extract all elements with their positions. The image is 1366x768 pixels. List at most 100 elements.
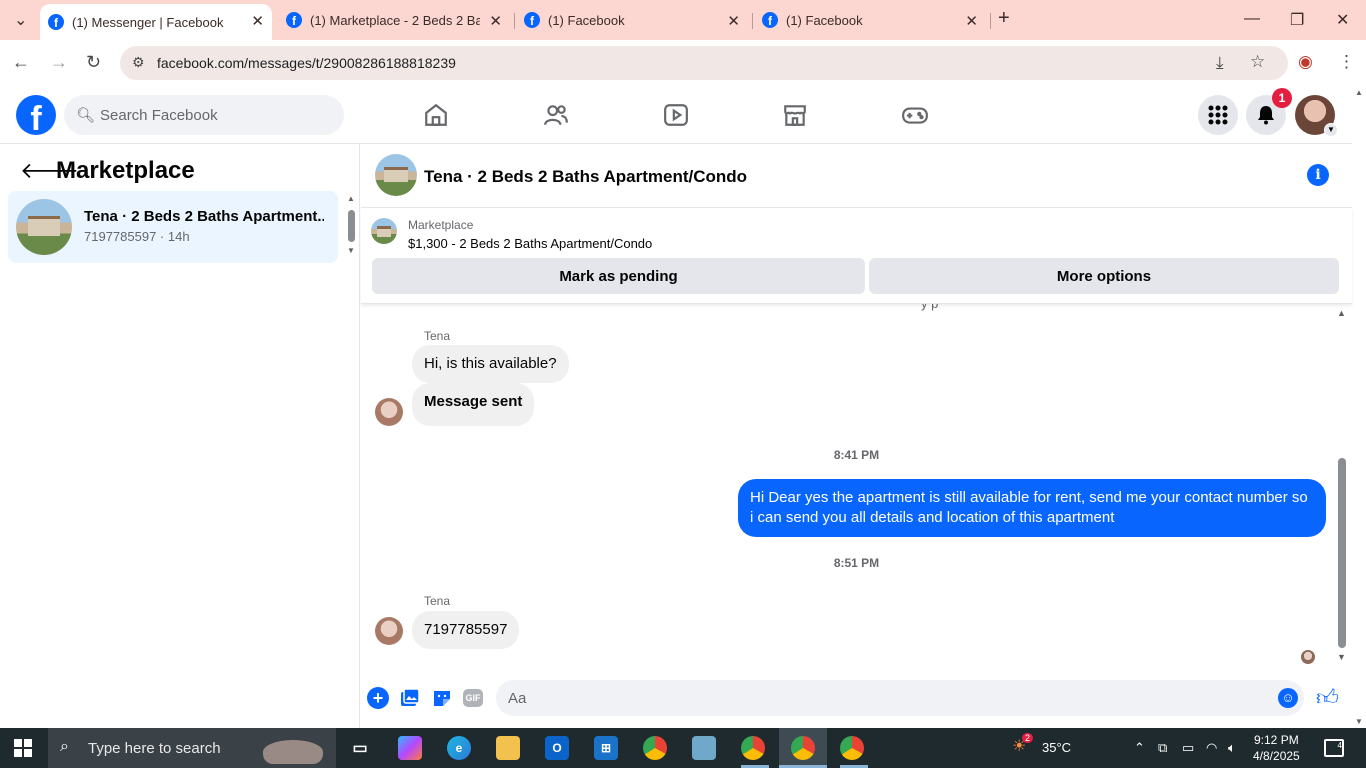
friends-icon[interactable] [541, 100, 571, 130]
message-bubble[interactable]: 7197785597 [412, 611, 520, 649]
weather-badge: 2 [1022, 733, 1034, 743]
message-bubble[interactable]: Hi, is this available? [412, 345, 569, 383]
conversation-list-scrollbar[interactable]: ▲ ▼ [346, 194, 356, 258]
close-tab-icon[interactable]: ✕ [489, 12, 502, 30]
gaming-icon[interactable] [900, 100, 930, 130]
more-actions-plus-icon[interactable]: + [367, 687, 389, 709]
close-tab-icon[interactable]: ✕ [727, 12, 740, 30]
reload-icon[interactable]: ↻ [86, 52, 101, 73]
notification-center-icon[interactable]: 4 [1324, 739, 1344, 757]
marketplace-listing-banner: Marketplace $1,300 - 2 Beds 2 Baths Apar… [361, 208, 1352, 304]
outlook-icon[interactable]: O [545, 736, 569, 760]
emoji-icon[interactable]: ☺ [1278, 688, 1298, 708]
chat-scrollbar[interactable]: ▲ ▼ [1335, 308, 1349, 664]
tab-separator [514, 13, 515, 29]
chat-title[interactable]: Tena · 2 Beds 2 Baths Apartment/Condo [424, 167, 747, 187]
windows-start-icon[interactable] [14, 739, 32, 757]
scroll-thumb[interactable] [348, 210, 355, 242]
facebook-logo-icon[interactable]: f [16, 95, 56, 135]
scroll-down-arrow-icon[interactable]: ▼ [347, 246, 355, 255]
like-thumbs-up-icon[interactable]: 👍︎ [1316, 684, 1339, 711]
file-explorer-icon[interactable] [496, 736, 520, 760]
facebook-favicon-icon: f [48, 14, 64, 30]
meet-now-icon[interactable]: ⧉ [1158, 740, 1167, 756]
microsoft-store-icon[interactable]: ⊞ [594, 736, 618, 760]
battery-icon[interactable]: ▭ [1182, 740, 1194, 756]
chrome-active-icon[interactable] [791, 736, 815, 760]
volume-icon[interactable]: 🔈︎ [1228, 740, 1236, 756]
my-message-bubble[interactable]: Hi Dear yes the apartment is still avail… [738, 479, 1326, 537]
wifi-icon[interactable]: ◠ [1206, 740, 1217, 756]
message-input[interactable] [496, 680, 1304, 716]
profile-icon[interactable]: ◉ [1298, 52, 1313, 72]
copilot-icon[interactable] [398, 736, 422, 760]
info-icon[interactable]: i [1307, 164, 1329, 186]
chrome-menu-icon[interactable]: ⋮ [1338, 52, 1355, 72]
facebook-search-input[interactable]: 🔍︎ Search Facebook [64, 95, 344, 135]
conversation-item[interactable]: Tena · 2 Beds 2 Baths Apartment... 71977… [8, 191, 338, 263]
forward-arrow-icon[interactable]: → [50, 52, 68, 73]
chrome-profile-2-icon[interactable] [840, 736, 864, 760]
tab-facebook-2[interactable]: f (1) Facebook ✕ [754, 0, 986, 40]
install-app-icon[interactable]: ⤓ [1216, 53, 1224, 73]
tab-messenger[interactable]: f (1) Messenger | Facebook ✕ [40, 4, 272, 40]
gif-icon[interactable]: GIF [463, 689, 483, 707]
message-timestamp: 8:51 PM [833, 556, 880, 570]
menu-grid-icon[interactable] [1198, 95, 1238, 135]
url-text[interactable]: facebook.com/messages/t/2900828618881823… [157, 55, 456, 71]
tab-title: (1) Marketplace - 2 Beds 2 Bath [310, 12, 480, 28]
restore-window-icon[interactable]: ❐ [1290, 10, 1304, 30]
taskbar-search-box[interactable]: ⌕ Type here to search [48, 728, 336, 768]
sender-name: Tena [424, 329, 451, 343]
close-tab-icon[interactable]: ✕ [965, 12, 978, 30]
tab-search-chevron-icon[interactable]: ⌄ [14, 10, 27, 30]
weather-temperature[interactable]: 35°C [1042, 740, 1071, 755]
marketplace-icon[interactable] [780, 100, 810, 130]
scroll-down-arrow-icon[interactable]: ▼ [1337, 652, 1346, 662]
windows-taskbar: ⌕ Type here to search ▭ e O ⊞ ☀ 2 35°C ⌃… [0, 728, 1366, 768]
scroll-up-arrow-icon[interactable]: ▲ [1355, 88, 1363, 97]
message-thread: y p Tena Hi, is this available? Message … [361, 304, 1352, 668]
show-hidden-icons-chevron-icon[interactable]: ⌃ [1134, 740, 1145, 756]
chrome-icon[interactable] [643, 736, 667, 760]
sender-avatar[interactable] [375, 398, 403, 426]
bookmark-star-icon[interactable]: ☆ [1250, 52, 1265, 72]
listing-thumbnail[interactable] [371, 218, 397, 244]
mark-as-pending-button[interactable]: Mark as pending [372, 258, 865, 294]
account-avatar[interactable]: ▼ [1295, 95, 1338, 137]
tab-separator [990, 13, 991, 29]
minimize-window-icon[interactable]: — [1244, 10, 1260, 28]
task-view-icon[interactable]: ▭ [348, 736, 372, 760]
system-clock[interactable]: 9:12 PM 4/8/2025 [1253, 732, 1300, 764]
scroll-down-arrow-icon[interactable]: ▼ [1355, 717, 1363, 726]
scroll-up-arrow-icon[interactable]: ▲ [1337, 308, 1346, 318]
scroll-thumb[interactable] [1338, 458, 1346, 648]
close-tab-icon[interactable]: ✕ [251, 12, 264, 30]
site-settings-icon[interactable]: ⚙ [132, 54, 145, 71]
home-icon[interactable] [421, 100, 451, 130]
tab-facebook-1[interactable]: f (1) Facebook ✕ [516, 0, 748, 40]
notification-count: 4 [1337, 741, 1342, 750]
back-arrow-icon[interactable]: ← [12, 52, 30, 73]
attach-photo-icon[interactable] [399, 687, 421, 709]
chevron-down-icon[interactable]: ▼ [1324, 123, 1338, 137]
tab-marketplace[interactable]: f (1) Marketplace - 2 Beds 2 Bath ✕ [278, 0, 510, 40]
sender-avatar[interactable] [375, 617, 403, 645]
message-bubble[interactable]: Message sent [412, 383, 535, 426]
notepad-icon[interactable] [692, 736, 716, 760]
page-scrollbar[interactable]: ▲ ▼ [1352, 86, 1366, 728]
close-window-icon[interactable]: ✕ [1336, 10, 1349, 30]
new-tab-plus-icon[interactable]: + [998, 7, 1010, 30]
tab-title: (1) Facebook [786, 12, 863, 28]
address-bar[interactable]: ⚙ facebook.com/messages/t/29008286188818… [120, 46, 1288, 80]
sticker-icon[interactable] [431, 687, 453, 709]
listing-thumbnail[interactable] [375, 154, 417, 196]
edge-icon[interactable]: e [447, 736, 471, 760]
video-icon[interactable] [661, 100, 691, 130]
conversation-name: Tena · 2 Beds 2 Baths Apartment... [84, 208, 324, 225]
taskbar-search-placeholder: Type here to search [88, 740, 221, 757]
chrome-profile-icon[interactable] [741, 736, 765, 760]
scroll-up-arrow-icon[interactable]: ▲ [347, 194, 355, 203]
listing-title[interactable]: $1,300 - 2 Beds 2 Baths Apartment/Condo [408, 236, 652, 251]
more-options-button[interactable]: More options [869, 258, 1339, 294]
